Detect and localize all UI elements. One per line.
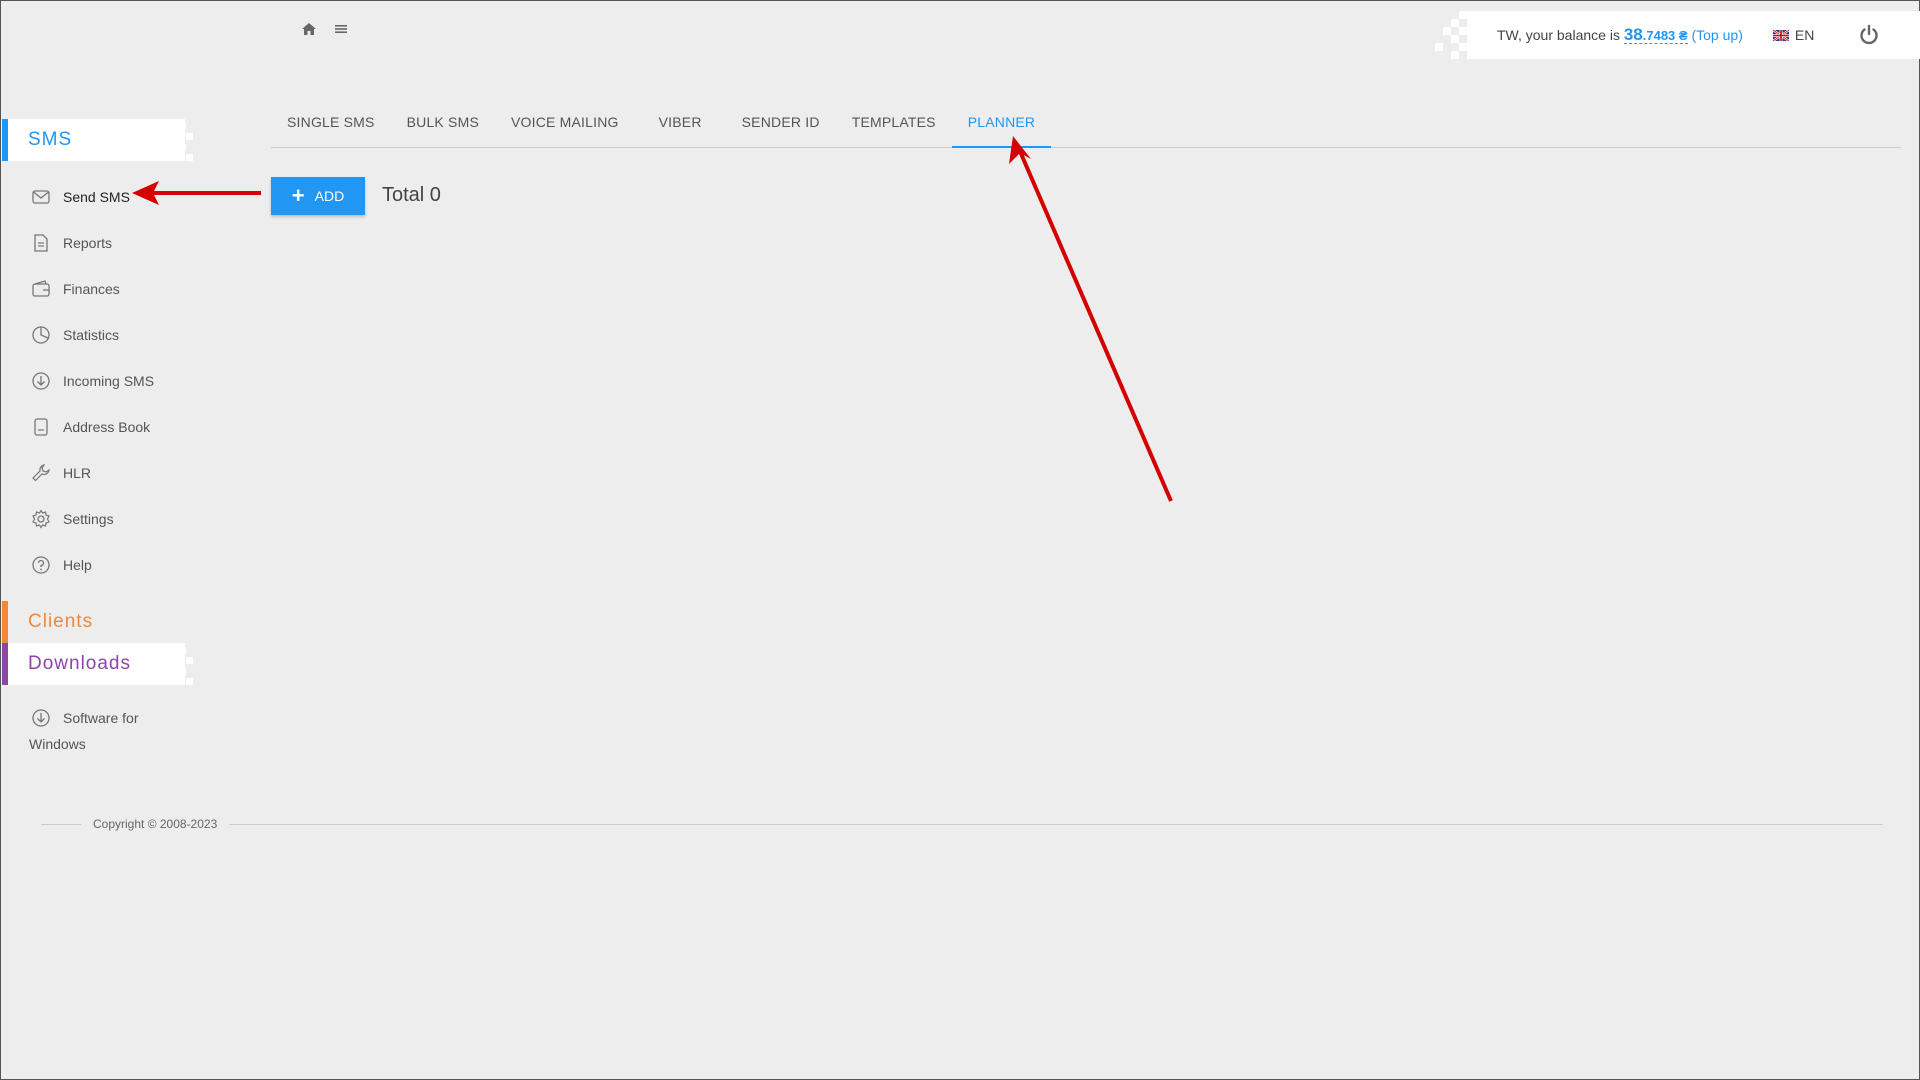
topup-paren-open: ( [1687,27,1697,43]
sidebar-item-reports[interactable]: Reports [29,220,154,266]
sidebar-nav: Send SMS Reports Finances Statistics Inc… [29,174,154,588]
book-icon [29,415,53,439]
sidebar-item-label: Send SMS [63,189,130,205]
balance-fraction: .7483 ₴ [1642,28,1688,43]
sidebar-item-label: Incoming SMS [63,373,155,389]
sidebar-item-address-book[interactable]: Address Book [29,404,154,450]
sidebar-item-help[interactable]: Help [29,542,154,588]
section-sms-label: SMS [28,129,73,150]
language-selector[interactable]: EN [1772,27,1815,43]
topup-link[interactable]: Top up [1696,27,1738,43]
wrench-icon [29,461,53,485]
uk-flag-icon [1772,29,1789,41]
sidebar-item-label: Statistics [63,327,120,343]
footer-divider-right [229,823,1883,825]
add-button[interactable]: + ADD [271,177,365,215]
tab-sender-id[interactable]: SENDER ID [726,105,836,148]
topup-paren-close: ) [1738,27,1743,43]
pixel-decoration [165,119,201,161]
menu-icon[interactable] [333,21,349,37]
tab-voice-mailing[interactable]: VOICE MAILING [495,105,635,148]
footer: Copyright © 2008-2023 [41,814,1883,834]
tab-single-sms[interactable]: SINGLE SMS [271,105,391,148]
plus-icon: + [291,183,305,208]
help-icon [29,553,53,577]
tab-viber[interactable]: VIBER [635,105,726,148]
sidebar-item-label: Software for [63,710,139,726]
section-downloads-label: Downloads [28,653,131,674]
sidebar-item-settings[interactable]: Settings [29,496,154,542]
sidebar-item-label: HLR [63,465,92,481]
section-clients[interactable]: Clients [2,601,185,643]
sidebar-item-send-sms[interactable]: Send SMS [29,174,154,220]
total-count: Total 0 [382,184,441,206]
balance-panel: TW, your balance is 38.7483 ₴ (Top up) E… [1435,11,1920,59]
sidebar-item-label: Finances [63,281,120,297]
sidebar-item-label: Help [63,557,92,573]
copyright-text: Copyright © 2008-2023 [93,817,218,831]
annotation-arrows [132,136,1173,502]
pixel-decoration [1435,11,1475,59]
envelope-icon [29,185,53,209]
tab-bulk-sms[interactable]: BULK SMS [391,105,495,148]
gear-icon [29,507,53,531]
section-sms[interactable]: SMS [2,119,193,161]
balance-amount[interactable]: 38.7483 ₴ [1623,25,1688,44]
sidebar-item-label: Address Book [63,419,151,435]
power-icon[interactable] [1857,23,1881,50]
section-downloads[interactable]: Downloads [2,643,193,685]
pie-chart-icon [29,323,53,347]
document-icon [29,231,53,255]
wallet-icon [29,277,53,301]
tab-planner[interactable]: PLANNER [951,105,1052,148]
download-circle-icon [29,369,53,393]
home-icon[interactable] [301,21,317,37]
sidebar-item-statistics[interactable]: Statistics [29,312,154,358]
sidebar-item-finances[interactable]: Finances [29,266,154,312]
language-label: EN [1794,27,1815,43]
sidebar-item-software-windows[interactable]: Software for Windows [29,705,179,757]
add-button-label: ADD [314,188,345,204]
balance-main: 38 [1623,25,1643,44]
footer-divider-left [41,823,81,825]
tab-templates[interactable]: TEMPLATES [836,105,952,148]
tab-bar: SINGLE SMS BULK SMS VOICE MAILING VIBER … [271,105,1901,148]
pixel-decoration [165,643,201,685]
balance-text: TW, your balance is 38.7483 ₴ (Top up) [1497,25,1743,45]
top-toolbar [301,21,349,37]
sidebar-item-label: Settings [63,511,114,527]
sidebar-item-label: Reports [63,235,113,251]
section-clients-label: Clients [28,611,94,632]
sidebar-item-hlr[interactable]: HLR [29,450,154,496]
sidebar-item-incoming-sms[interactable]: Incoming SMS [29,358,154,404]
sidebar-item-label-line2: Windows [29,736,86,752]
arrow-to-planner [1009,136,1173,502]
balance-label: TW, your balance is [1497,27,1624,43]
download-circle-icon [29,706,53,730]
